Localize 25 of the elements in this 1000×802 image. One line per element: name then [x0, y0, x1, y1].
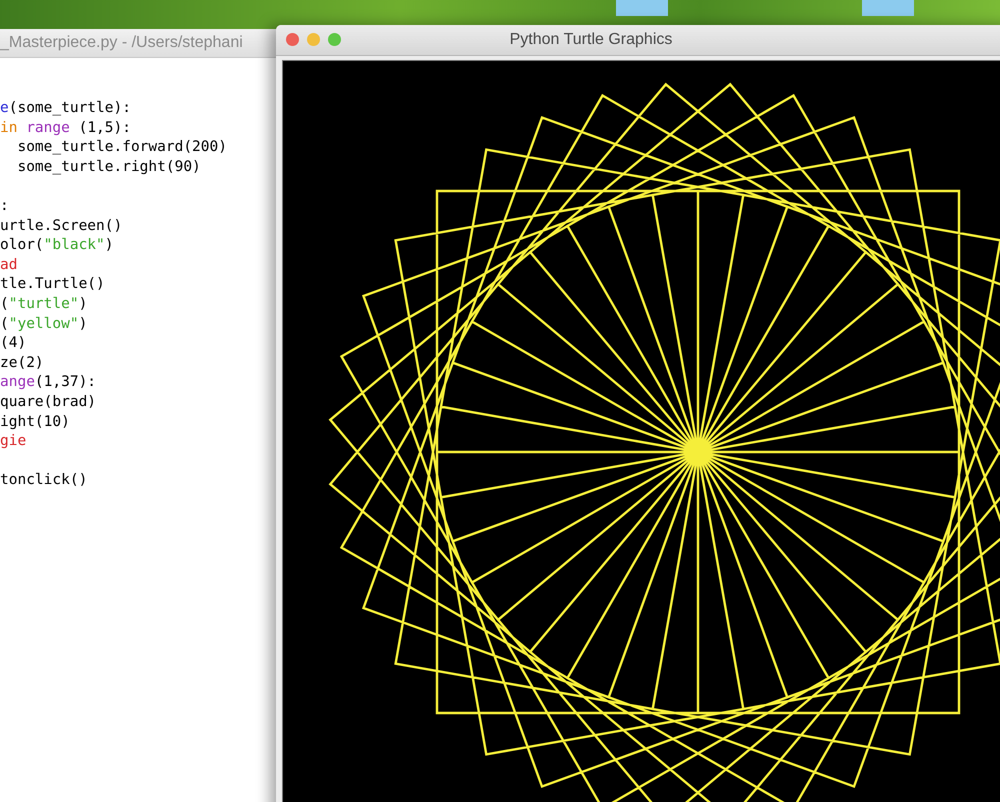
code-line: gie [0, 432, 26, 452]
code-line: quare(brad) [0, 392, 96, 412]
window-title: _Masterpiece.py - /Users/stephani [0, 34, 243, 52]
code-line: tle.Turtle() [0, 275, 105, 294]
code-line: ight(10) [0, 412, 70, 432]
code-line: ad [0, 256, 18, 275]
code-line: tonclick() [0, 471, 88, 490]
code-line: (4) [0, 334, 26, 354]
zoom-button[interactable] [328, 33, 341, 46]
code-line: some_turtle.right(90) [16, 158, 201, 177]
code-line: ("turtle") [0, 294, 88, 314]
minimize-button[interactable] [307, 33, 320, 46]
desktop-tile [616, 0, 668, 16]
code-line: olor("black") [0, 236, 114, 256]
code-line: some_turtle.forward(200) [16, 138, 227, 158]
code-line: ze(2) [0, 354, 44, 373]
code-line: ("yellow") [0, 314, 88, 334]
code-line: : [0, 196, 9, 216]
desktop-tile [862, 0, 914, 16]
close-button[interactable] [286, 33, 299, 46]
code-line: urtle.Screen() [0, 216, 122, 236]
code-line: ange(1,37): [0, 373, 96, 392]
window-title: Python Turtle Graphics [510, 31, 672, 49]
code-line: in range (1,5): [0, 118, 131, 138]
code-line: e(some_turtle): [0, 99, 131, 118]
